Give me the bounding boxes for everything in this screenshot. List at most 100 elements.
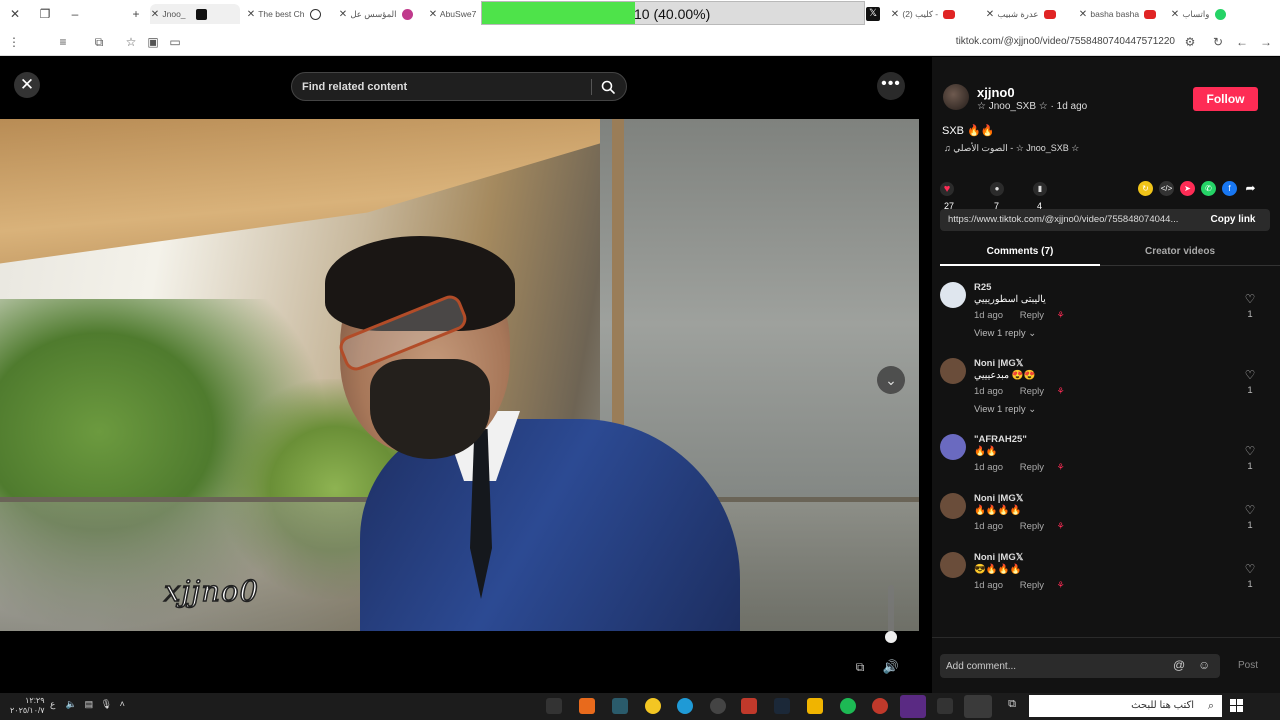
bookmark-star-icon[interactable]: ☆ — [123, 34, 139, 50]
gift-icon[interactable]: ⚘ — [1057, 462, 1065, 473]
tab-close-icon[interactable]: ✕ — [246, 5, 256, 24]
send-to-friends-icon[interactable]: ➤ — [1180, 181, 1195, 196]
comment-action[interactable]: ● 7 — [990, 179, 1004, 211]
facebook-share-icon[interactable]: f — [1222, 181, 1237, 196]
cast-icon[interactable]: ▭ — [167, 34, 183, 50]
screenshot-icon[interactable]: ▣ — [145, 34, 161, 50]
chrome-icon[interactable] — [964, 695, 992, 718]
video-link[interactable]: https://www.tiktok.com/@xjjno0/video/755… — [948, 209, 1198, 231]
comment-like-icon[interactable]: ♡ — [1242, 444, 1258, 458]
commenter-name[interactable]: R25 — [974, 282, 991, 293]
speaker-icon[interactable]: 🔈 — [66, 699, 77, 709]
taskbar-app-icon[interactable] — [900, 695, 926, 718]
language-indicator[interactable]: ع — [50, 699, 55, 709]
comment-like-icon[interactable]: ♡ — [1242, 503, 1258, 517]
reply-button[interactable]: Reply — [1020, 386, 1044, 397]
file-explorer-icon[interactable] — [807, 698, 823, 714]
commenter-avatar[interactable] — [940, 358, 966, 384]
emoji-icon[interactable]: ☺ — [1198, 658, 1210, 672]
minimize-window-icon[interactable]: – — [68, 7, 82, 21]
view-replies-button[interactable]: View 1 reply ⌄ — [974, 404, 1036, 415]
menu-dots-icon[interactable]: ⋮ — [6, 34, 22, 50]
tab-whatsapp[interactable]: ✕ واتساب — [1170, 4, 1255, 24]
show-hidden-icons-icon[interactable]: ˄ — [120, 699, 125, 709]
copy-link-button[interactable]: Copy link — [1202, 209, 1264, 231]
save-action[interactable]: ▮ 4 — [1033, 179, 1047, 211]
share-arrow-icon[interactable]: ➦ — [1243, 181, 1258, 196]
network-icon[interactable]: ▤ — [85, 699, 94, 709]
task-view-icon[interactable]: ⧉ — [1004, 698, 1020, 714]
volume-slider[interactable] — [888, 585, 894, 637]
tab-pink-app[interactable]: ✕ المؤسس عل — [338, 4, 423, 24]
tab-close-icon[interactable]: ✕ — [150, 5, 160, 24]
microphone-icon[interactable]: 🎙 — [101, 699, 112, 709]
commenter-avatar[interactable] — [940, 493, 966, 519]
gift-icon[interactable]: ⚘ — [1057, 386, 1065, 397]
repost-icon[interactable]: ↻ — [1138, 181, 1153, 196]
extensions-icon[interactable]: ⧉ — [91, 34, 107, 50]
tab-creator-videos[interactable]: Creator videos — [1100, 240, 1260, 266]
commenter-avatar[interactable] — [940, 552, 966, 578]
taskbar-app-icon[interactable] — [579, 698, 595, 714]
forward-icon[interactable]: → — [1258, 34, 1274, 50]
commenter-name[interactable]: Noni |MG𝕏 — [974, 358, 1023, 369]
gift-icon[interactable]: ⚘ — [1057, 580, 1065, 591]
site-settings-icon[interactable]: ⚙ — [1182, 34, 1198, 50]
like-action[interactable]: ♥ 27 — [940, 179, 954, 211]
whatsapp-share-icon[interactable]: ✆ — [1201, 181, 1216, 196]
comment-like-icon[interactable]: ♡ — [1242, 368, 1258, 382]
back-icon[interactable]: ← — [1234, 34, 1250, 50]
more-options-button[interactable]: ••• — [877, 72, 905, 100]
gift-icon[interactable]: ⚘ — [1057, 521, 1065, 532]
commenter-name[interactable]: "AFRAH25" — [974, 434, 1027, 445]
reply-button[interactable]: Reply — [1020, 310, 1044, 321]
tab-youtube-clip[interactable]: ✕ (2) كليب - — [890, 4, 980, 24]
reply-button[interactable]: Reply — [1020, 521, 1044, 532]
comment-input[interactable] — [946, 654, 1166, 678]
comment-like-icon[interactable]: ♡ — [1242, 292, 1258, 306]
taskbar-app-icon[interactable] — [872, 698, 888, 714]
embed-icon[interactable]: </> — [1159, 181, 1174, 196]
volume-icon[interactable]: 🔊 — [880, 657, 902, 677]
taskbar-app-icon[interactable] — [741, 698, 757, 714]
tab-close-icon[interactable]: ✕ — [985, 5, 995, 24]
commenter-name[interactable]: Noni |MG𝕏 — [974, 552, 1023, 563]
tab-youtube-2[interactable]: ✕ عدرة شبيب — [985, 4, 1075, 24]
tab-comments[interactable]: Comments (7) — [940, 240, 1100, 266]
picture-in-picture-icon[interactable]: ⧉ — [850, 657, 870, 677]
view-replies-button[interactable]: View 1 reply ⌄ — [974, 328, 1036, 339]
new-tab-icon[interactable]: + — [129, 7, 143, 21]
next-video-button[interactable]: ⌄ — [877, 366, 905, 394]
clock[interactable]: ١٢:٢٩ ٢٠٢٥/١٠/٧ — [10, 696, 45, 716]
spotify-icon[interactable] — [840, 698, 856, 714]
commenter-name[interactable]: Noni |MG𝕏 — [974, 493, 1023, 504]
taskbar-app-icon[interactable] — [710, 698, 726, 714]
windows-start-icon[interactable] — [1230, 699, 1244, 713]
author-username[interactable]: xjjno0 — [977, 85, 1015, 100]
tab-abuswe7[interactable]: ✕ AbuSwe7 — [428, 4, 483, 24]
taskbar-app-icon[interactable] — [645, 698, 661, 714]
post-button[interactable]: Post — [1238, 660, 1258, 671]
related-search-input[interactable] — [302, 73, 587, 100]
tab-close-icon[interactable]: ✕ — [1170, 5, 1180, 24]
tab-close-icon[interactable]: ✕ — [338, 5, 348, 24]
reply-button[interactable]: Reply — [1020, 462, 1044, 473]
reading-list-icon[interactable]: ≡ — [55, 34, 71, 50]
volume-knob[interactable] — [885, 631, 897, 643]
edge-icon[interactable] — [677, 698, 693, 714]
tab-tiktok[interactable]: ✕ Jnoo_ — [150, 4, 240, 24]
windows-search-box[interactable]: اكتب هنا للبحث ⌕ — [1029, 695, 1222, 717]
tab-youtube-3[interactable]: ✕ basha basha — [1078, 4, 1168, 24]
reload-icon[interactable]: ↻ — [1210, 34, 1226, 50]
close-video-button[interactable]: ✕ — [14, 72, 40, 98]
taskbar-app-icon[interactable] — [612, 698, 628, 714]
taskbar-app-icon[interactable] — [937, 698, 953, 714]
search-icon[interactable] — [600, 79, 616, 95]
comment-like-icon[interactable]: ♡ — [1242, 562, 1258, 576]
url-field[interactable]: tiktok.com/@xjjno0/video/755848074044757… — [930, 28, 1175, 56]
tab-close-icon[interactable]: ✕ — [890, 5, 900, 24]
video-frame[interactable]: xjjno0 — [0, 119, 919, 631]
taskbar-app-icon[interactable] — [546, 698, 562, 714]
gift-icon[interactable]: ⚘ — [1057, 310, 1065, 321]
restore-window-icon[interactable]: ❐ — [38, 7, 52, 21]
